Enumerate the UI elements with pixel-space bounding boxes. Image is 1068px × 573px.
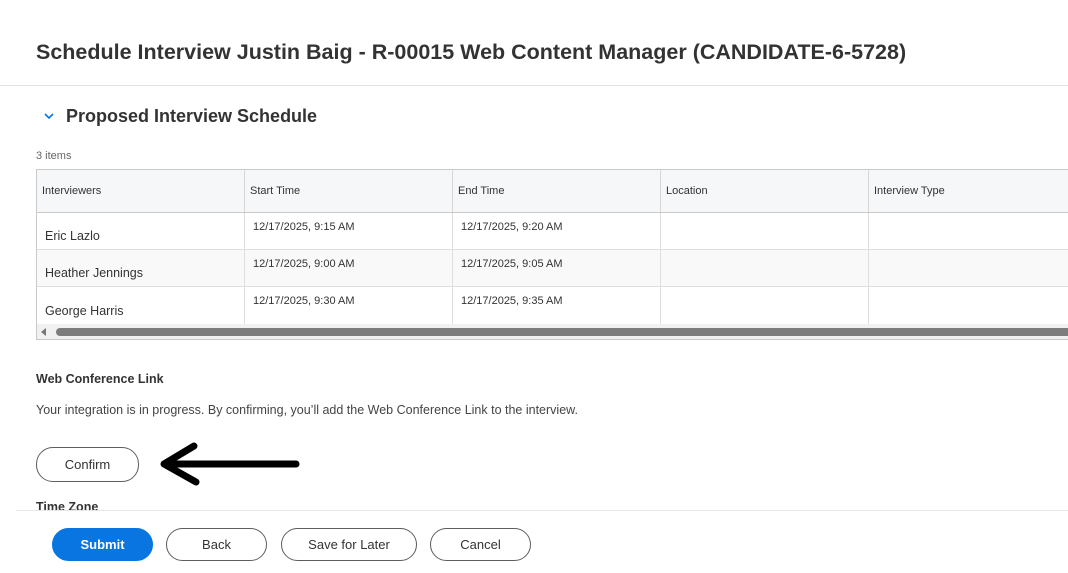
column-header-end-time[interactable]: End Time	[453, 170, 661, 212]
arrow-left-icon	[160, 442, 300, 486]
save-for-later-button[interactable]: Save for Later	[281, 528, 417, 561]
interview-type-cell	[869, 213, 1068, 249]
end-time: 12/17/2025, 9:05 AM	[461, 258, 563, 270]
start-time: 12/17/2025, 9:15 AM	[253, 221, 355, 233]
interview-type-cell	[869, 287, 1068, 324]
title-divider	[0, 85, 1068, 86]
table-row: George Harris 12/17/2025, 9:30 AM 12/17/…	[37, 287, 1068, 324]
column-header-location[interactable]: Location	[661, 170, 869, 212]
table-row: Heather Jennings 12/17/2025, 9:00 AM 12/…	[37, 250, 1068, 287]
table-header: Interviewers Start Time End Time Locatio…	[37, 170, 1068, 213]
submit-button[interactable]: Submit	[52, 528, 153, 561]
end-time: 12/17/2025, 9:35 AM	[461, 295, 563, 307]
items-count: 3 items	[36, 150, 72, 162]
web-conference-description: Your integration is in progress. By conf…	[36, 403, 578, 417]
page-title: Schedule Interview Justin Baig - R-00015…	[36, 40, 907, 64]
location-cell	[661, 213, 869, 249]
web-conference-label: Web Conference Link	[36, 372, 164, 386]
back-button[interactable]: Back	[166, 528, 267, 561]
column-header-start-time[interactable]: Start Time	[245, 170, 453, 212]
confirm-button[interactable]: Confirm	[36, 447, 139, 482]
table-row: Eric Lazlo 12/17/2025, 9:15 AM 12/17/202…	[37, 213, 1068, 250]
interviewer-name: Eric Lazlo	[45, 229, 100, 243]
section-header: Proposed Interview Schedule	[36, 104, 317, 128]
column-header-interview-type[interactable]: Interview Type	[869, 170, 1068, 212]
horizontal-scrollbar[interactable]	[37, 324, 1068, 339]
interview-schedule-table: Interviewers Start Time End Time Locatio…	[36, 169, 1068, 340]
interviewer-name: George Harris	[45, 304, 124, 318]
location-cell	[661, 250, 869, 286]
scrollbar-thumb[interactable]	[56, 328, 1068, 336]
chevron-down-icon[interactable]	[38, 105, 60, 127]
end-time: 12/17/2025, 9:20 AM	[461, 221, 563, 233]
start-time: 12/17/2025, 9:30 AM	[253, 295, 355, 307]
cancel-button[interactable]: Cancel	[430, 528, 531, 561]
start-time: 12/17/2025, 9:00 AM	[253, 258, 355, 270]
interviewer-name: Heather Jennings	[45, 266, 143, 280]
column-header-interviewers[interactable]: Interviewers	[37, 170, 245, 212]
section-title: Proposed Interview Schedule	[66, 105, 318, 126]
interview-type-cell	[869, 250, 1068, 286]
scroll-left-icon[interactable]	[41, 328, 46, 336]
location-cell	[661, 287, 869, 324]
